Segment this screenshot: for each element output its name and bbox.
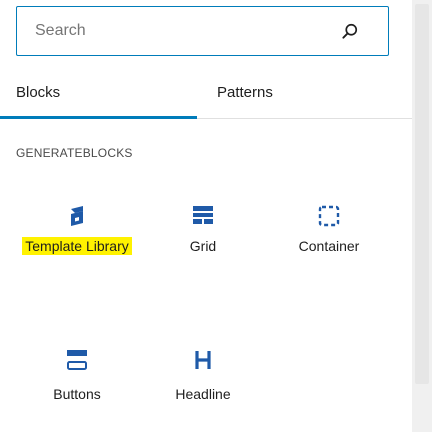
- buttons-icon: [67, 350, 87, 370]
- generateblocks-logo-icon: [71, 206, 83, 226]
- tab-blocks[interactable]: Blocks: [16, 80, 197, 120]
- container-label: Container: [298, 238, 360, 254]
- active-tab-indicator: [0, 116, 197, 119]
- block-grid[interactable]: Grid: [144, 176, 262, 286]
- template-library-label: Template Library: [22, 237, 132, 255]
- tab-blocks-label: Blocks: [16, 84, 61, 101]
- block-label: Template Library: [18, 236, 136, 256]
- tab-patterns[interactable]: Patterns: [217, 80, 387, 120]
- search-input[interactable]: [35, 7, 335, 55]
- category-heading: GENERATEBLOCKS: [16, 146, 133, 160]
- block-buttons[interactable]: Buttons: [18, 328, 136, 438]
- search-icon[interactable]: [340, 21, 360, 41]
- block-template-library[interactable]: Template Library: [18, 176, 136, 286]
- block-container[interactable]: Container: [270, 176, 388, 286]
- container-icon: [318, 205, 340, 227]
- scrollbar-thumb[interactable]: [415, 4, 429, 384]
- tab-patterns-label: Patterns: [217, 84, 273, 101]
- headline-label: Headline: [175, 386, 231, 402]
- scrollbar[interactable]: [412, 0, 432, 432]
- headline-icon: [195, 351, 211, 369]
- block-search[interactable]: [16, 6, 389, 56]
- grid-icon: [193, 206, 213, 224]
- buttons-label: Buttons: [53, 386, 101, 402]
- block-headline[interactable]: Headline: [144, 328, 262, 438]
- grid-label: Grid: [189, 238, 217, 254]
